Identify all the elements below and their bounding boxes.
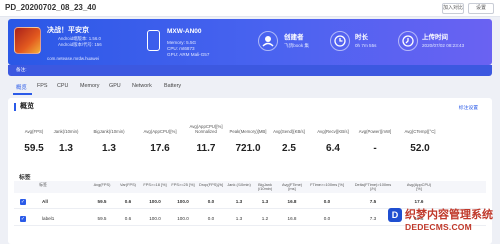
table-cell: 17.6 [414, 199, 424, 204]
column-header: Avg(AppCPU) [%] [406, 182, 432, 191]
device-gpu: GPU: ARM Mali-G57 [167, 52, 210, 57]
tab-gpu[interactable]: GPU [109, 83, 121, 89]
column-header: Avg(FTime) [ms] [281, 182, 303, 191]
table-cell: 1.3 [235, 216, 243, 221]
table-cell: 100.0 [149, 199, 161, 204]
metric-value: - [373, 143, 377, 154]
table-cell: 7.5 [369, 199, 377, 204]
duration-value: 0h 7m 55s [355, 43, 377, 48]
table-cell: 0.6 [124, 216, 132, 221]
row-checkbox[interactable]: ✓ [20, 216, 26, 222]
app-icon [14, 27, 41, 54]
duration-label: 时长 [355, 34, 368, 41]
user-icon [258, 31, 278, 51]
device-name: MXW-AN00 [167, 28, 202, 35]
table-cell: 1.3 [261, 199, 269, 204]
metric-label: Peak(Memory)[MB] [229, 129, 267, 134]
metric-label: Avg(Recv)[KB/s] [317, 129, 349, 134]
column-header: Drop(FPS)[/h] [199, 182, 223, 187]
tab-overview[interactable]: 概览 [16, 83, 27, 91]
metric-value: 52.0 [410, 143, 430, 154]
table-cell: 1.3 [235, 199, 243, 204]
upload-time-label: 上传时间 [422, 34, 448, 41]
table-cell: 100.0 [177, 216, 189, 221]
tab-battery[interactable]: Battery [164, 83, 181, 89]
app-version: Android端版本: 1.56.0 [58, 36, 101, 41]
table-cell: 100.0 [149, 216, 161, 221]
row-label: All [42, 199, 48, 204]
column-header: Delta(FTime)>100ms [/h] [354, 182, 392, 191]
metric-value: 11.7 [196, 143, 216, 154]
annotation-settings-link[interactable]: 标注设置 [459, 104, 478, 111]
table-cell: 59.5 [97, 199, 107, 204]
table-cell: 0.0 [323, 199, 331, 204]
metric-value: 17.6 [150, 143, 170, 154]
labels-section-title: 标签 [19, 175, 31, 181]
overview-title: 概览 [14, 103, 34, 111]
table-cell: 1.2 [261, 216, 269, 221]
watermark-logo: D [388, 208, 402, 222]
column-header: Avg(FPS) [93, 182, 111, 187]
metric-value: 2.5 [282, 143, 296, 154]
column-header: Var(FPS) [120, 182, 136, 187]
app-version-code: Android版本/代号: 156 [58, 42, 102, 47]
table-cell: 0.0 [207, 216, 215, 221]
remark-label: 备注: [16, 67, 27, 72]
table-cell: 100.0 [177, 199, 189, 204]
device-cpu: CPU: mt6873 [167, 46, 195, 51]
clock-icon [330, 31, 350, 51]
table-cell: 16.8 [287, 216, 297, 221]
tab-network[interactable]: Network [132, 83, 152, 89]
metric-value: 721.0 [235, 143, 261, 154]
metric-label: Avg(Power)[mW] [358, 129, 392, 134]
metric-label: BigJank(/10min) [93, 129, 125, 134]
table-cell: 16.8 [287, 199, 297, 204]
tab-cpu[interactable]: CPU [57, 83, 68, 89]
column-header: FTime>=100ms [%] [310, 182, 344, 187]
report-banner: 决战！平安京 Android端版本: 1.56.0 Android版本/代号: … [8, 19, 492, 65]
metric-value: 1.3 [102, 143, 116, 154]
tab-bar: 概览 FPS CPU Memory GPU Network Battery [8, 79, 492, 96]
row-checkbox[interactable]: ✓ [20, 199, 26, 205]
creator-value: 飞鸽book 集 [284, 43, 310, 48]
column-header: Jank (/10min) [227, 182, 251, 187]
metric-value: 6.4 [326, 143, 340, 154]
column-header: FPS>=25 [%] [171, 182, 195, 187]
metric-label: Jank(/10min) [53, 129, 79, 134]
page-title: PD_20200702_08_23_40 [5, 3, 97, 12]
app-name: 决战！平安京 [47, 27, 89, 34]
watermark-en-text: DEDECMS.COM [405, 222, 472, 232]
tab-memory[interactable]: Memory [80, 83, 99, 89]
app-package: com.netease.mrdw.huawei [47, 56, 99, 61]
metric-label: Avg(AppCPU)[%] Normalized [189, 124, 223, 134]
metric-label: Avg(Send)[KB/s] [273, 129, 305, 134]
site-watermark: D 织梦内容管理系统 DEDECMS.COM [388, 205, 498, 242]
tab-fps[interactable]: FPS [37, 83, 47, 89]
watermark-cn-text: 织梦内容管理系统 [405, 209, 493, 221]
table-cell: 0.0 [323, 216, 331, 221]
column-header: BigJank (/10min) [257, 182, 273, 191]
table-header: 标签 Avg(FPS) Var(FPS) FPS>=18 [%] FPS>=25… [14, 181, 486, 193]
column-header: FPS>=18 [%] [143, 182, 167, 187]
table-cell: 7.3 [369, 216, 377, 221]
upload-time-value: 2020/07/02 08:23:43 [422, 43, 465, 48]
table-cell: 0.0 [207, 199, 215, 204]
metric-label: Avg(AppCPU)[%] [143, 129, 177, 134]
settings-button[interactable]: 设置 [468, 3, 494, 14]
history-icon [398, 31, 418, 51]
column-header: 标签 [39, 182, 47, 187]
remark-bar: 备注: [8, 65, 492, 76]
row-label: label1 [42, 216, 55, 221]
metric-value: 1.3 [59, 143, 73, 154]
creator-label: 创建者 [284, 34, 304, 41]
device-memory: Memory: 5.5G [167, 40, 197, 45]
table-cell: 0.6 [124, 199, 132, 204]
metric-label: Avg(CTemp)[°C] [404, 129, 436, 134]
top-bar: PD_20200702_08_23_40 加入对比 设置 [0, 0, 500, 17]
add-compare-button[interactable]: 加入对比 [442, 3, 464, 14]
table-cell: 59.5 [97, 216, 107, 221]
active-tab-indicator [13, 93, 32, 95]
phone-icon [147, 30, 160, 51]
